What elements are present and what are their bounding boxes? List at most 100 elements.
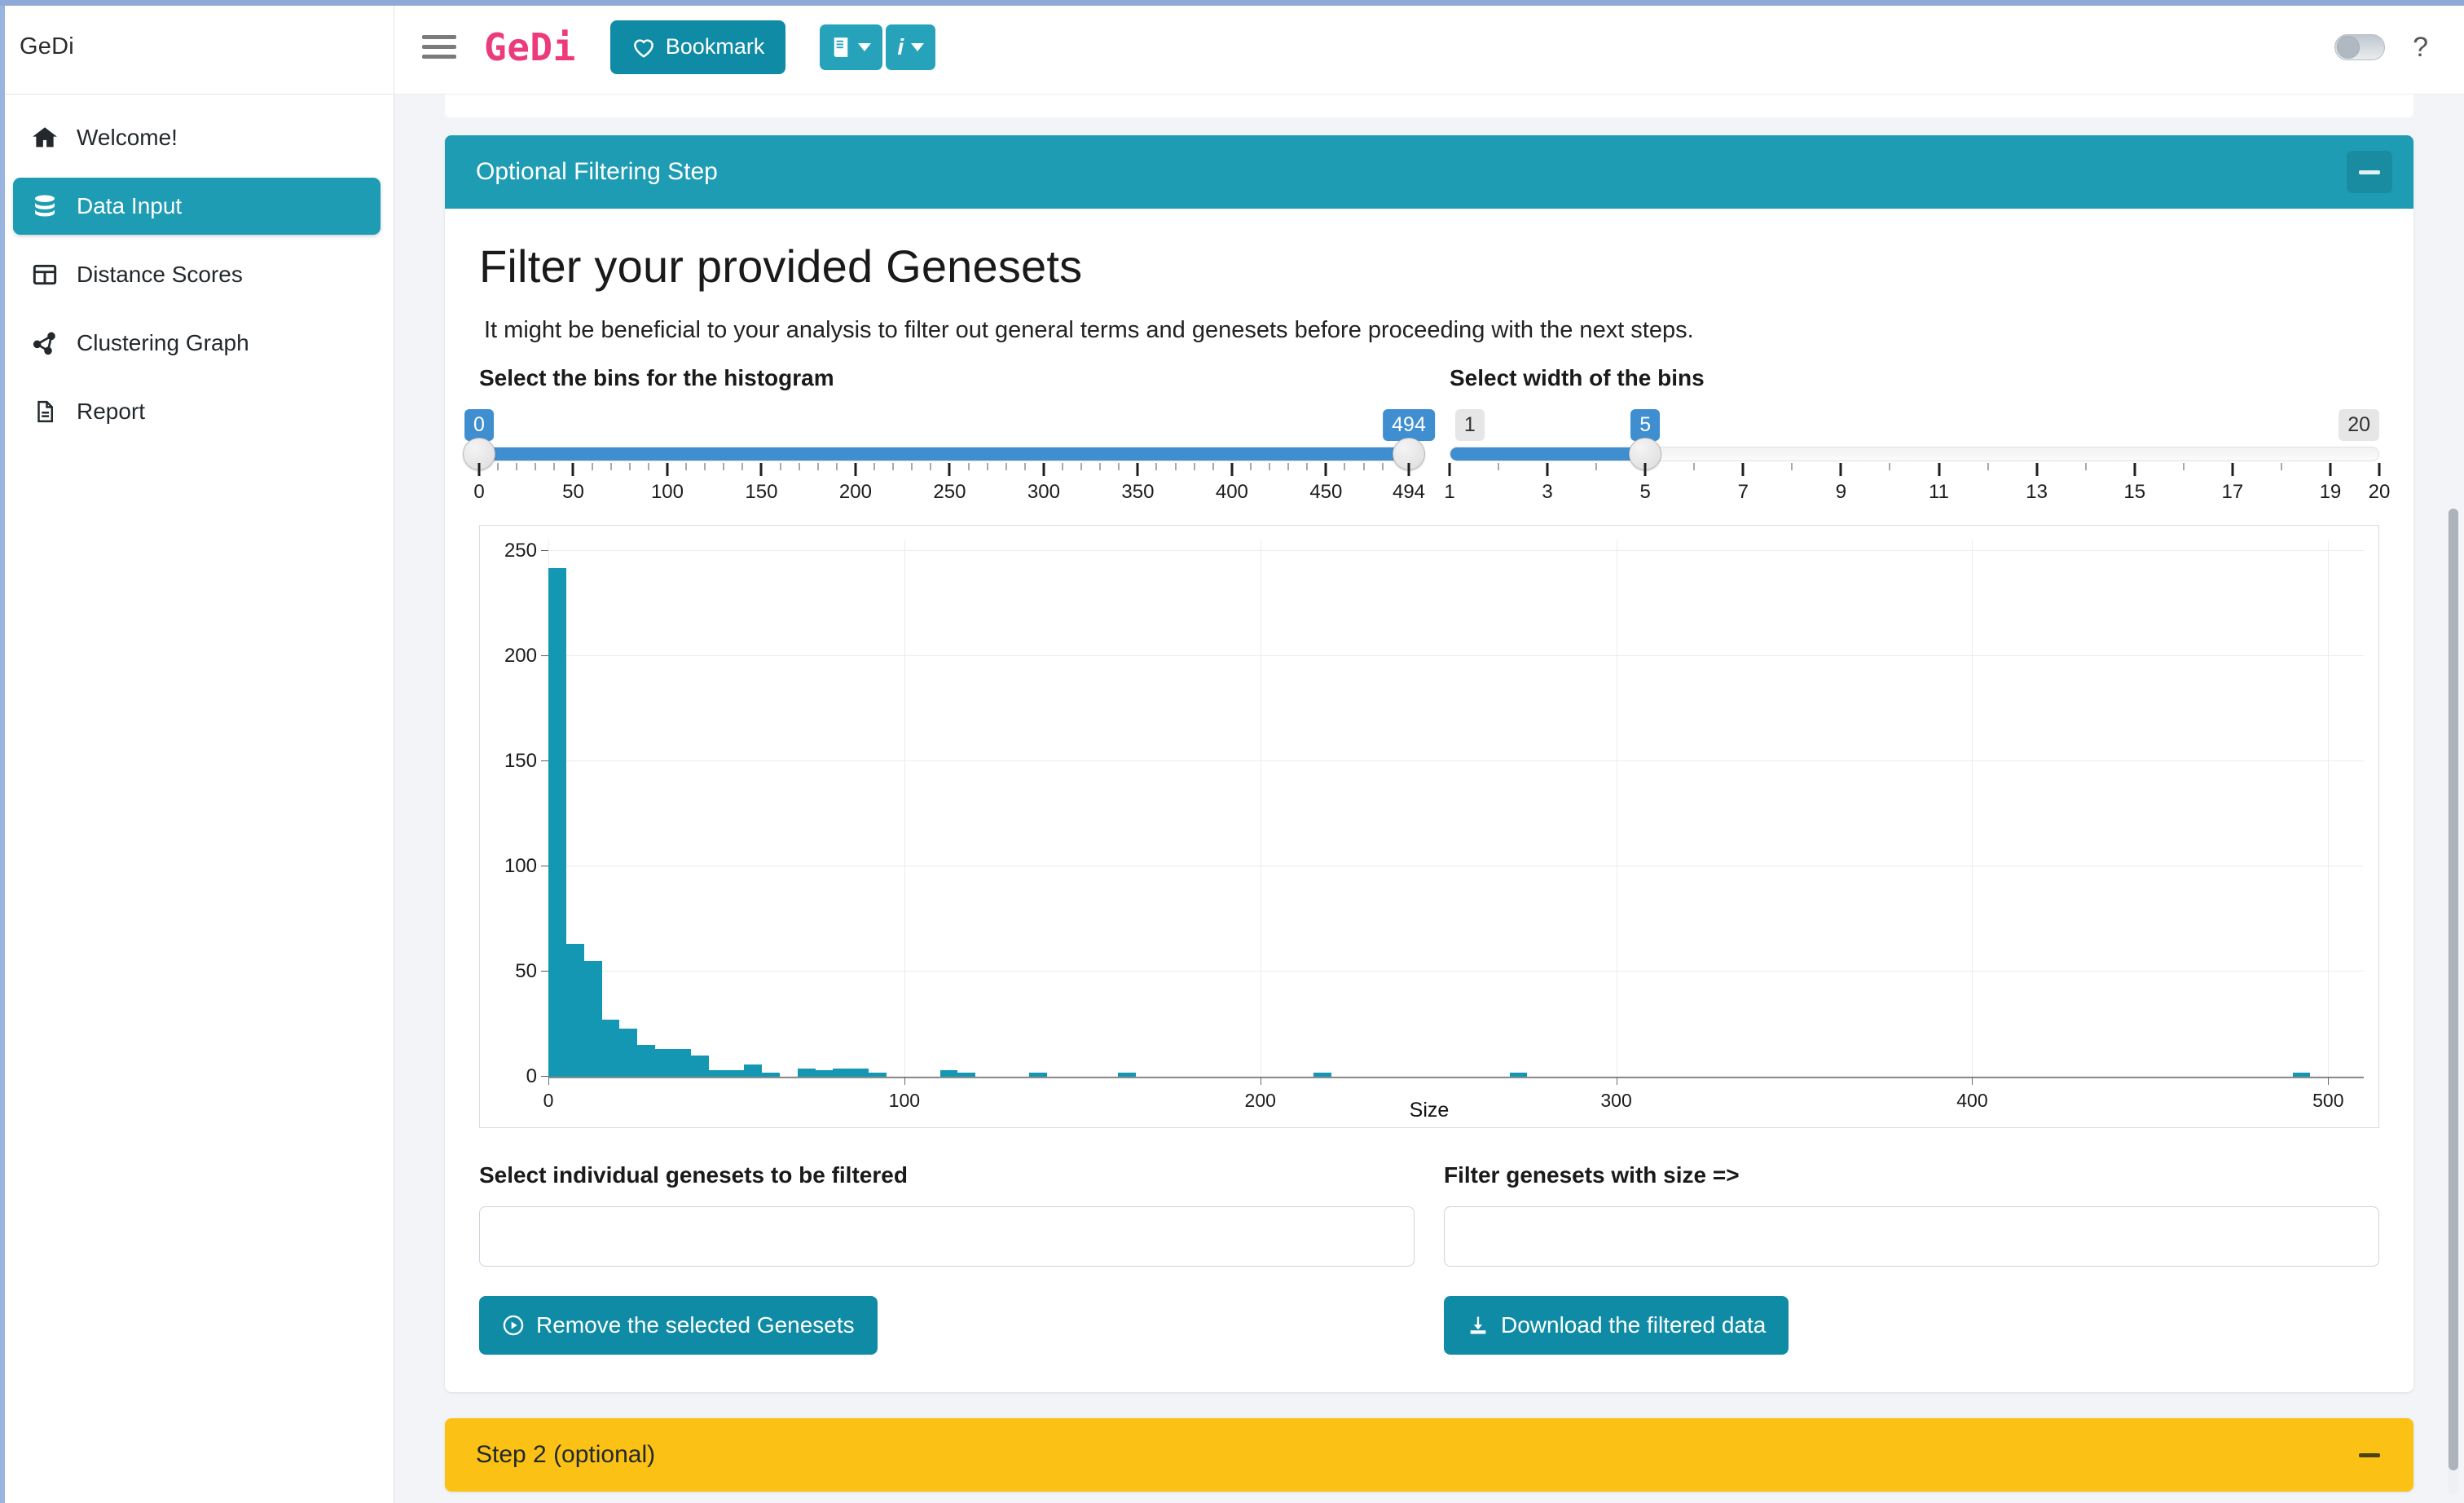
slider-tick [948, 463, 951, 476]
slider-tick-minor [1344, 463, 1346, 470]
slider-tick [854, 463, 857, 476]
book-dropdown-button[interactable] [820, 24, 883, 70]
slider-tick-label: 17 [2221, 481, 2244, 503]
chart-inner: count 0 50 100 150 200 250 0 100 200 300 400 500 S… [445, 526, 2378, 1127]
sidebar-item-welcome[interactable]: Welcome! [13, 109, 381, 166]
sidebar-item-label: Clustering Graph [77, 330, 249, 355]
slider-tick-label: 9 [1835, 481, 1847, 503]
sidebar-item-label: Report [77, 399, 146, 424]
chart-y-tick-label: 250 [504, 539, 537, 562]
hamburger-icon[interactable] [422, 30, 456, 64]
chart-y-tick-label: 100 [504, 854, 537, 877]
slider-tick [571, 463, 574, 476]
slider-tick-minor [647, 463, 649, 470]
width-range-slider[interactable]: 1 5 20 1 3 5 7 9 11 13 15 17 19 20 [1444, 409, 2390, 507]
sidebar-item-clustering-graph[interactable]: Clustering Graph [13, 315, 381, 372]
chart-x-tick-mark [1972, 1077, 1973, 1085]
chart-x-axis: 0 100 200 300 400 500 [543, 1077, 2364, 1111]
help-icon[interactable]: ? [2413, 33, 2428, 61]
table-icon [31, 261, 59, 289]
step-2-panel-header: Step 2 (optional) [445, 1418, 2413, 1492]
chart-x-tick-mark [2328, 1077, 2330, 1085]
toolbar-dropdown-group: i [820, 24, 936, 70]
sidebar-nav: Welcome! Data Input Distance Scores Clus… [0, 95, 394, 452]
slider-tick-minor [1155, 463, 1158, 470]
width-slider-track[interactable] [1450, 447, 2379, 461]
bins-range-slider[interactable]: 0 494 0 50 100 150 200 250 300 350 400 450 494 [463, 409, 1435, 507]
slider-tick-label: 7 [1737, 481, 1749, 503]
step-2-panel-title: Step 2 (optional) [476, 1441, 656, 1468]
sidebar-brand-bar: GeDi [0, 0, 394, 95]
slider-tick-minor [516, 463, 518, 470]
chart-y-tick-label: 200 [504, 644, 537, 667]
remove-genesets-button[interactable]: Remove the selected Genesets [479, 1296, 878, 1355]
panel-description: It might be beneficial to your analysis … [484, 317, 1694, 343]
slider-tick [2035, 463, 2039, 476]
sliders-row: Select the bins for the histogram 0 494 … [463, 365, 2390, 507]
dark-mode-toggle[interactable] [2334, 33, 2386, 60]
previous-panel-bottom-strip [445, 95, 2413, 117]
remove-genesets-label: Remove the selected Genesets [536, 1312, 855, 1338]
chart-plot-region: 0 50 100 150 200 250 [504, 540, 2364, 1087]
slider-tick-minor [1791, 463, 1793, 470]
chart-bar [619, 1028, 638, 1077]
info-dropdown-button[interactable]: i [886, 24, 936, 70]
chart-x-axis-title: Size [1409, 1099, 1450, 1122]
minus-icon [2359, 170, 2380, 174]
slider-tick-minor [1381, 463, 1384, 470]
slider-tick-minor [591, 463, 593, 470]
graph-icon [31, 329, 59, 357]
vertical-scrollbar[interactable] [2448, 509, 2459, 1495]
slider-tick-minor [609, 463, 612, 470]
step-2-collapse-button[interactable] [2347, 1434, 2392, 1476]
slider-tick [666, 463, 669, 476]
bookmark-label: Bookmark [665, 34, 765, 59]
sidebar-item-label: Distance Scores [77, 262, 243, 287]
download-filtered-data-button[interactable]: Download the filtered data [1444, 1296, 1789, 1355]
step-2-panel: Step 2 (optional) [445, 1418, 2413, 1492]
bins-slider-column: Select the bins for the histogram 0 494 … [463, 365, 1435, 507]
chart-gridline [548, 970, 2364, 972]
sidebar-item-distance-scores[interactable]: Distance Scores [13, 246, 381, 303]
sidebar-item-data-input[interactable]: Data Input [13, 178, 381, 235]
window-top-edge [0, 0, 2464, 6]
filter-size-input[interactable] [1444, 1206, 2379, 1267]
slider-tick [1324, 463, 1327, 476]
bins-slider-track[interactable] [479, 447, 1409, 461]
slider-tick-minor [816, 463, 819, 470]
panel-collapse-button[interactable] [2347, 151, 2392, 193]
select-genesets-label: Select individual genesets to be filtere… [479, 1162, 908, 1188]
chart-bar [655, 1049, 673, 1077]
histogram-chart: count 0 50 100 150 200 250 0 100 200 300 400 500 S… [445, 525, 2379, 1128]
sidebar-item-report[interactable]: Report [13, 383, 381, 440]
sidebar-item-label: Welcome! [77, 125, 178, 150]
chart-bar [637, 1045, 656, 1077]
info-icon: i [897, 33, 904, 60]
width-slider-max-bubble: 20 [2339, 409, 2379, 441]
slider-tick-label: 50 [562, 481, 584, 503]
app-logo: GeDi [484, 24, 576, 69]
slider-tick [2133, 463, 2136, 476]
slider-tick-minor [1023, 463, 1026, 470]
chevron-down-icon [911, 42, 925, 51]
slider-tick-label: 200 [838, 481, 872, 503]
filter-size-column: Filter genesets with size => Download th [1444, 1162, 2379, 1355]
heart-icon [631, 36, 656, 59]
scrollbar-thumb[interactable] [2449, 509, 2458, 1470]
select-genesets-input[interactable] [479, 1206, 1415, 1267]
slider-tick-minor [798, 463, 800, 470]
slider-tick [1136, 463, 1139, 476]
slider-tick-label: 150 [745, 481, 778, 503]
slider-tick-label: 13 [2026, 481, 2048, 503]
download-filtered-data-label: Download the filtered data [1501, 1312, 1767, 1338]
chart-gridline [548, 655, 2364, 656]
slider-tick-minor [1306, 463, 1309, 470]
slider-tick-minor [1080, 463, 1083, 470]
bookmark-button[interactable]: Bookmark [609, 20, 786, 74]
chart-y-tick-mark [541, 655, 548, 656]
minus-icon [2359, 1452, 2380, 1457]
slider-tick-minor [723, 463, 725, 470]
panel-header-title: Optional Filtering Step [476, 158, 718, 185]
panel-header: Optional Filtering Step [445, 135, 2413, 209]
slider-tick-minor [2280, 463, 2282, 470]
